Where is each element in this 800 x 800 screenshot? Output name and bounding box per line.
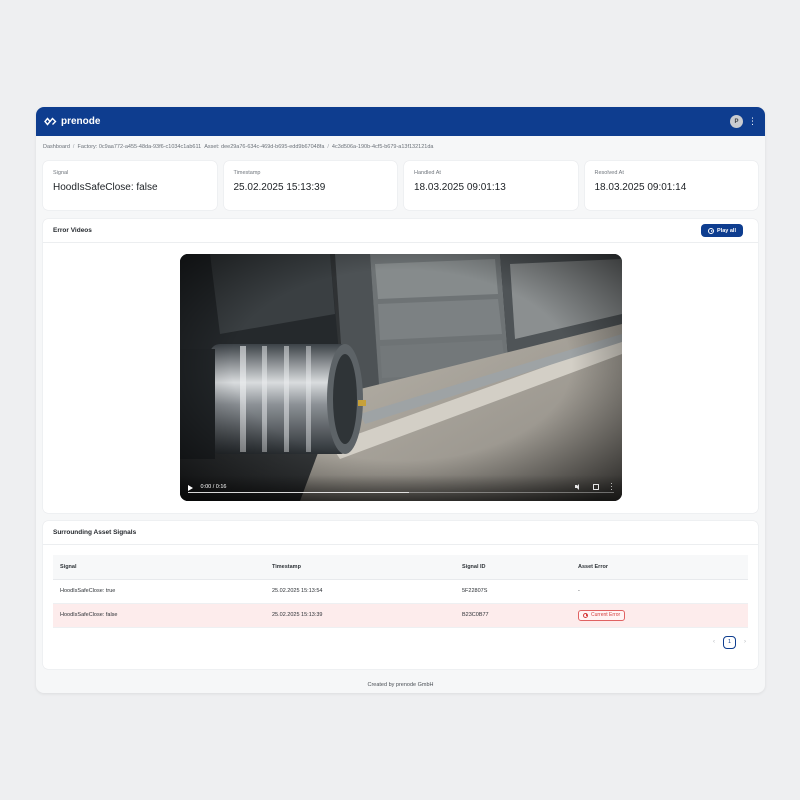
video-progress-fill	[187, 491, 410, 493]
breadcrumb-factory[interactable]: Factory: 0c9aa772-a455-48da-93f6-c1034c1…	[77, 144, 201, 150]
signals-table-wrapper: Signal Timestamp Signal ID Asset Error H…	[43, 545, 758, 628]
signal-card: Signal HoodIsSafeClose: false	[43, 161, 217, 210]
volume-icon[interactable]	[574, 483, 581, 490]
table-header-row: Signal Timestamp Signal ID Asset Error	[53, 555, 748, 580]
footer: Created by prenode GmbH	[367, 682, 434, 688]
video-time: 0:00 / 0:16	[200, 484, 227, 490]
prenode-logo-icon	[44, 117, 57, 126]
breadcrumb-asset[interactable]: Asset: dee29a76-634c-469d-b695-edd9b6704…	[204, 144, 324, 150]
resolved-at-label: Resolved At	[594, 170, 624, 176]
breadcrumb-separator: /	[72, 144, 75, 150]
handled-at-card: Handled At 18.03.2025 09:01:13	[404, 161, 578, 210]
resolved-at-value: 18.03.2025 09:01:14	[594, 182, 687, 193]
topbar-right: P ⋮	[730, 115, 757, 128]
fullscreen-icon[interactable]	[592, 483, 599, 490]
play-circle-icon	[708, 227, 715, 234]
pagination-page[interactable]: 1	[723, 635, 736, 649]
error-videos-header: Error Videos Play all	[43, 219, 758, 243]
column-header-timestamp[interactable]: Timestamp	[265, 555, 455, 580]
video-wrapper: 0:00 / 0:16	[43, 243, 758, 501]
current-error-label: Current Error	[591, 612, 621, 618]
handled-at-value: 18.03.2025 09:01:13	[414, 182, 506, 193]
cell-signal-id: 5F22807S	[455, 579, 571, 604]
kebab-menu-icon[interactable]: ⋮	[748, 117, 757, 126]
pagination-next-icon[interactable]: ›	[744, 639, 746, 645]
timestamp-value: 25.02.2025 15:13:39	[233, 182, 326, 193]
breadcrumb-separator: /	[327, 144, 329, 150]
app-window: prenode P ⋮ Dashboard / Factory: 0c9aa77…	[36, 107, 765, 693]
video-player[interactable]: 0:00 / 0:16	[179, 254, 622, 501]
video-play-icon[interactable]	[187, 485, 193, 491]
signal-label: Signal	[53, 170, 69, 176]
video-controls: 0:00 / 0:16	[179, 475, 622, 501]
column-header-asset-error[interactable]: Asset Error	[571, 555, 748, 580]
table-row[interactable]: HoodIsSafeClose: true 25.02.2025 15:13:5…	[53, 579, 748, 604]
column-header-signal-id[interactable]: Signal ID	[455, 555, 571, 580]
surrounding-signals-title: Surrounding Asset Signals	[53, 529, 137, 536]
breadcrumb-dashboard[interactable]: Dashboard	[43, 144, 70, 150]
signals-table: Signal Timestamp Signal ID Asset Error H…	[53, 555, 748, 628]
timestamp-label: Timestamp	[233, 170, 261, 176]
breadcrumb: Dashboard / Factory: 0c9aa772-a455-48da-…	[36, 136, 765, 158]
resolved-at-card: Resolved At 18.03.2025 09:01:14	[584, 161, 758, 210]
column-header-signal[interactable]: Signal	[53, 555, 265, 580]
cell-timestamp: 25.02.2025 15:13:54	[265, 579, 455, 604]
timestamp-card: Timestamp 25.02.2025 15:13:39	[223, 161, 397, 210]
breadcrumb-current: 4c3d506a-190b-4cf5-b679-a13f132121da	[331, 144, 434, 150]
pagination-prev-icon[interactable]: ‹	[713, 639, 715, 645]
cell-signal: HoodIsSafeClose: false	[53, 603, 265, 628]
surrounding-signals-header: Surrounding Asset Signals	[43, 521, 758, 545]
current-error-badge: Current Error	[578, 609, 626, 621]
top-navigation-bar: prenode P ⋮	[36, 107, 765, 136]
cell-asset-error: -	[571, 579, 748, 604]
cell-timestamp: 25.02.2025 15:13:39	[265, 603, 455, 628]
play-all-button[interactable]: Play all	[701, 224, 743, 237]
cell-signal-id: B23C0B77	[455, 603, 571, 628]
table-row-error[interactable]: HoodIsSafeClose: false 25.02.2025 15:13:…	[53, 603, 748, 628]
video-frame-image	[179, 254, 622, 501]
error-videos-title: Error Videos	[53, 227, 92, 234]
cell-signal: HoodIsSafeClose: true	[53, 579, 265, 604]
brand-name: prenode	[61, 116, 101, 127]
surrounding-signals-panel: Surrounding Asset Signals Signal Timesta…	[43, 521, 758, 669]
video-more-icon[interactable]	[610, 483, 613, 490]
signal-value: HoodIsSafeClose: false	[53, 182, 158, 193]
pagination: ‹ 1 ›	[43, 628, 758, 649]
summary-cards: Signal HoodIsSafeClose: false Timestamp …	[36, 158, 765, 210]
error-videos-panel: Error Videos Play all 0:00 / 0:16	[43, 219, 758, 513]
avatar[interactable]: P	[730, 115, 743, 128]
handled-at-label: Handled At	[414, 170, 441, 176]
video-control-icons	[574, 483, 613, 490]
error-circle-icon	[583, 612, 588, 618]
brand[interactable]: prenode	[44, 116, 100, 127]
play-all-label: Play all	[717, 227, 736, 234]
cell-asset-error: Current Error	[571, 603, 748, 628]
video-progress-bar[interactable]	[187, 491, 614, 493]
